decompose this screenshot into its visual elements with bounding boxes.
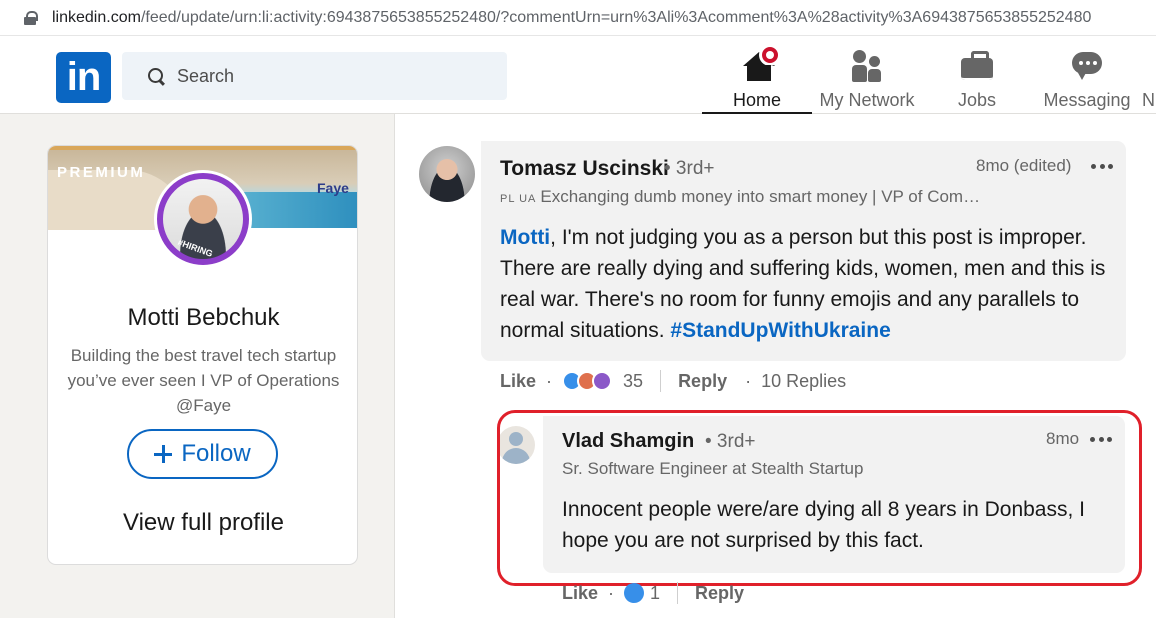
plus-icon — [154, 445, 173, 463]
comments-panel: Tomasz Uscinski • 3rd+ 8mo (edited) PL U… — [394, 114, 1156, 618]
nav-messaging[interactable]: Messaging — [1032, 44, 1142, 114]
comment-text: Motti, I'm not judging you as a person b… — [500, 222, 1112, 346]
reactions[interactable] — [562, 371, 613, 391]
comment-author[interactable]: Tomasz Uscinski — [500, 157, 669, 181]
profile-headline: Building the best travel tech startup yo… — [67, 346, 340, 415]
nav-jobs[interactable]: Jobs — [922, 44, 1032, 114]
comment-actions: Like · 35 Reply · 10 Replies — [500, 370, 847, 392]
url-host: linkedin.com — [52, 8, 141, 26]
hashtag-link[interactable]: #StandUpWithUkraine — [670, 319, 890, 342]
flags-label: PL UA — [500, 193, 537, 205]
follow-button[interactable]: Follow — [127, 429, 278, 479]
comment-author-headline: PL UA Exchanging dumb money into smart mo… — [500, 187, 980, 207]
comment-bubble: Tomasz Uscinski • 3rd+ 8mo (edited) PL U… — [481, 141, 1126, 361]
reply-reaction-count[interactable]: 1 — [650, 583, 660, 604]
nav-notifications[interactable]: N — [1142, 44, 1156, 114]
like-button[interactable]: Like — [500, 371, 536, 392]
nav-home[interactable]: Home — [702, 44, 812, 114]
view-full-profile-link[interactable]: View full profile — [48, 509, 357, 537]
profile-card: PREMIUM Faye #HIRING Motti Bebchuk Build… — [47, 145, 358, 565]
reply-like-button[interactable]: Like — [562, 583, 598, 604]
linkedin-logo[interactable]: in — [56, 52, 111, 103]
lock-icon — [24, 10, 38, 25]
reply-actions: Like · 1 Reply — [562, 582, 745, 604]
nav-my-network-label: My Network — [819, 90, 915, 110]
reaction-count[interactable]: 35 — [623, 371, 643, 392]
nav-jobs-label: Jobs — [957, 90, 997, 110]
chat-bubble-icon — [1069, 48, 1105, 84]
bell-icon — [1142, 48, 1156, 84]
like-reaction-icon — [624, 583, 645, 603]
profile-name[interactable]: Motti Bebchuk — [48, 304, 357, 332]
premium-label: PREMIUM — [57, 164, 146, 181]
home-icon — [739, 44, 781, 84]
replies-count-link[interactable]: 10 Replies — [761, 371, 846, 392]
author-subtitle: Exchanging dumb money into smart money |… — [540, 187, 981, 206]
commenter-avatar[interactable] — [419, 146, 475, 202]
nav-messaging-label: Messaging — [1043, 90, 1131, 110]
people-icon — [849, 48, 885, 84]
nav-home-label: Home — [732, 90, 781, 110]
search-box[interactable] — [122, 52, 507, 100]
nav-my-network[interactable]: My Network — [812, 44, 922, 114]
reply-reply-button[interactable]: Reply — [695, 583, 744, 604]
nav-notifications-label: N — [1142, 90, 1155, 110]
linkedin-header: in Home My Network Jobs Messaging N — [0, 36, 1156, 114]
profile-avatar[interactable]: #HIRING — [154, 170, 252, 268]
avatar: #HIRING — [157, 173, 249, 265]
url-text[interactable]: linkedin.com/feed/update/urn:li:activity… — [52, 9, 1091, 27]
search-icon — [148, 67, 165, 85]
search-input[interactable] — [177, 65, 477, 87]
browser-address-bar[interactable]: linkedin.com/feed/update/urn:li:activity… — [0, 0, 1156, 36]
faye-logo: Faye — [317, 180, 349, 196]
follow-label: Follow — [181, 440, 251, 467]
comment-timestamp: 8mo (edited) — [976, 156, 1072, 175]
funny-reaction-icon — [592, 371, 613, 391]
reply-button[interactable]: Reply — [678, 371, 727, 392]
mention-link[interactable]: Motti — [500, 226, 550, 249]
notification-dot-icon — [759, 44, 781, 66]
highlight-outline — [497, 410, 1142, 586]
hiring-frame-label: #HIRING — [176, 237, 215, 259]
briefcase-icon — [959, 48, 995, 84]
url-path: /feed/update/urn:li:activity:69438756538… — [140, 8, 1092, 26]
more-options-icon[interactable] — [1091, 164, 1113, 170]
connection-degree: • 3rd+ — [664, 158, 715, 179]
